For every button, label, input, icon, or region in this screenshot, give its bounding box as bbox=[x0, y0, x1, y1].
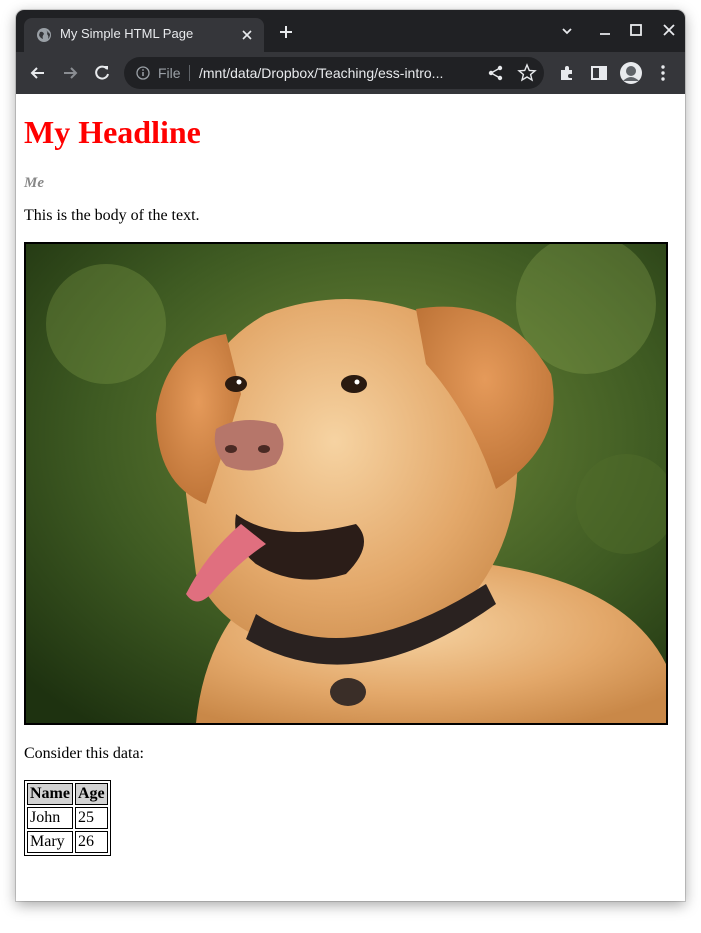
profile-avatar-icon[interactable] bbox=[619, 61, 643, 85]
tab-strip: My Simple HTML Page bbox=[16, 10, 685, 52]
table-header-row: Name Age bbox=[27, 783, 108, 805]
bookmark-star-icon[interactable] bbox=[517, 63, 537, 83]
page-content: My Headline Me This is the body of the t… bbox=[16, 94, 685, 901]
forward-arrow-icon[interactable] bbox=[60, 63, 80, 83]
tab-search-icon[interactable] bbox=[558, 22, 576, 40]
browser-window: My Simple HTML Page File /mnt/data/Dropb… bbox=[16, 10, 685, 901]
maximize-icon[interactable] bbox=[627, 22, 645, 40]
table-cell-name: Mary bbox=[27, 831, 73, 853]
extensions-puzzle-icon[interactable] bbox=[557, 63, 577, 83]
back-arrow-icon[interactable] bbox=[28, 63, 48, 83]
url-scheme-label: File bbox=[158, 65, 181, 81]
globe-icon bbox=[37, 28, 51, 42]
reload-icon[interactable] bbox=[92, 63, 112, 83]
data-table: Name Age John 25 Mary 26 bbox=[24, 780, 111, 856]
table-cell-name: John bbox=[27, 807, 73, 829]
consider-text: Consider this data: bbox=[24, 745, 144, 762]
dog-illustration bbox=[26, 244, 666, 723]
browser-toolbar: File /mnt/data/Dropbox/Teaching/ess-intr… bbox=[16, 52, 685, 94]
url-divider bbox=[189, 65, 190, 81]
active-tab[interactable]: My Simple HTML Page bbox=[24, 18, 264, 52]
url-text[interactable]: /mnt/data/Dropbox/Teaching/ess-intro... bbox=[199, 65, 443, 81]
author-name: Me bbox=[24, 175, 44, 191]
side-panel-icon[interactable] bbox=[589, 63, 609, 83]
address-bar[interactable]: File /mnt/data/Dropbox/Teaching/ess-intr… bbox=[124, 57, 544, 89]
table-header-name: Name bbox=[27, 783, 73, 805]
close-tab-icon[interactable] bbox=[240, 28, 254, 42]
table-header-age: Age bbox=[74, 783, 108, 805]
table-cell-age: 25 bbox=[74, 807, 108, 829]
tab-title: My Simple HTML Page bbox=[60, 26, 194, 41]
share-icon[interactable] bbox=[486, 63, 506, 83]
table-row: John 25 bbox=[27, 807, 108, 829]
body-text: This is the body of the text. bbox=[24, 207, 200, 224]
new-tab-icon[interactable] bbox=[278, 24, 294, 40]
table-row: Mary 26 bbox=[27, 831, 108, 853]
menu-dots-icon[interactable] bbox=[653, 63, 673, 83]
info-icon[interactable] bbox=[136, 66, 150, 80]
close-window-icon[interactable] bbox=[660, 22, 678, 40]
table-cell-age: 26 bbox=[74, 831, 108, 853]
page-headline: My Headline bbox=[24, 114, 201, 150]
dog-photo bbox=[24, 242, 668, 725]
minimize-icon[interactable] bbox=[596, 22, 614, 40]
